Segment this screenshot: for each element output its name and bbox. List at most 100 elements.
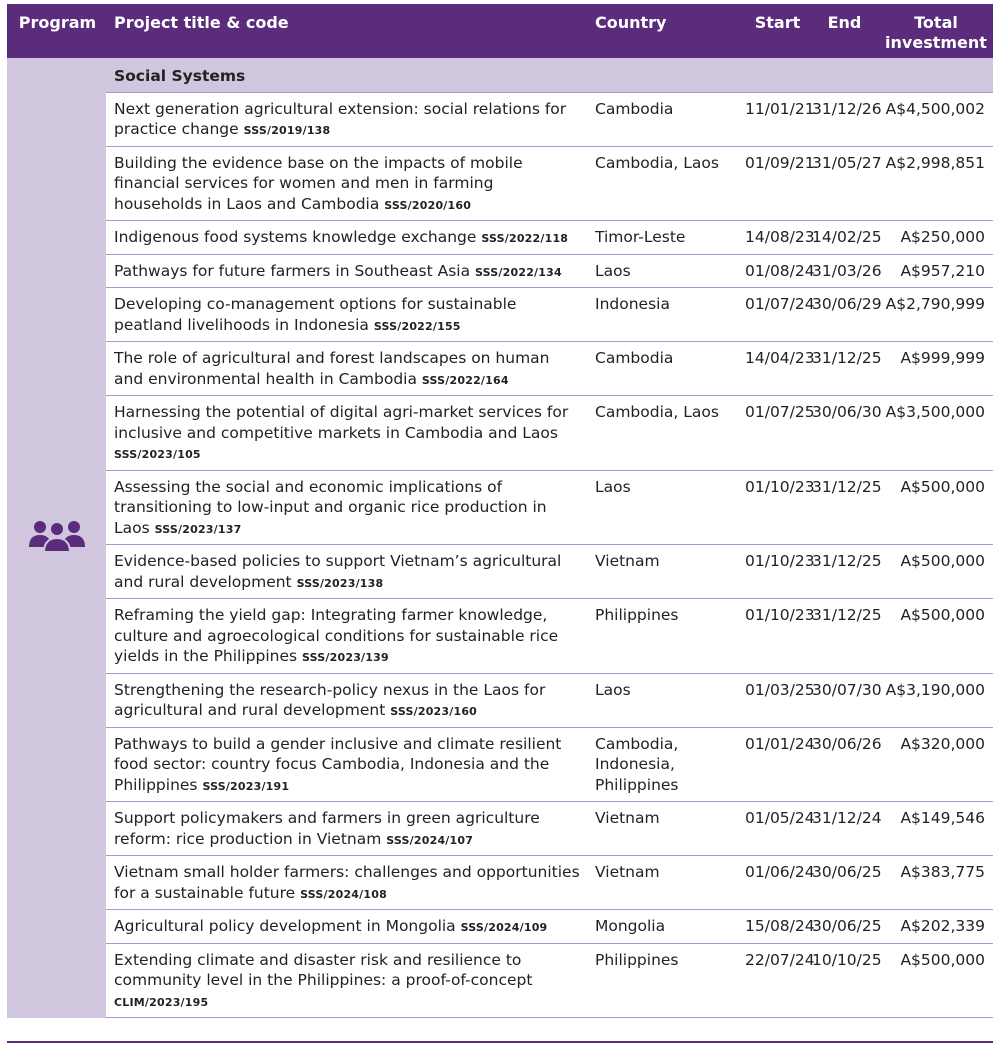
people-group-icon <box>27 517 87 559</box>
country-cell: Cambodia, Indonesia, Philippines <box>587 727 743 802</box>
country-cell: Cambodia, Laos <box>587 146 743 221</box>
project-code: SSS/2022/134 <box>475 265 562 279</box>
end-date-cell: 10/10/25 <box>810 943 882 1018</box>
start-date-cell: 01/08/24 <box>743 254 815 288</box>
country-cell: Philippines <box>587 943 743 1018</box>
project-code: SSS/2023/191 <box>202 779 290 793</box>
start-date-cell: 01/10/23 <box>743 544 815 599</box>
start-date-cell: 01/09/21 <box>743 146 815 221</box>
project-code: SSS/2023/105 <box>114 448 201 461</box>
end-date-cell: 31/03/26 <box>810 254 882 288</box>
investment-cell: A$3,500,000 <box>877 395 993 471</box>
end-date-cell: 31/12/25 <box>810 470 882 545</box>
start-date-cell: 01/10/23 <box>743 598 815 674</box>
table-row: Building the evidence base on the impact… <box>7 146 993 221</box>
end-date-cell: 31/05/27 <box>810 146 882 221</box>
project-code: SSS/2022/118 <box>481 232 569 245</box>
program-cell <box>7 58 106 1018</box>
table-header-row: Program Project title & code Country Sta… <box>7 4 993 58</box>
country-cell: Cambodia <box>587 341 743 396</box>
table-row: Indigenous food systems knowledge exchan… <box>7 220 993 255</box>
project-title: Agricultural policy development in Mongo… <box>114 917 456 935</box>
project-title: Pathways to build a gender inclusive and… <box>114 734 562 794</box>
table-row: Developing co-management options for sus… <box>7 287 993 342</box>
country-cell: Cambodia <box>587 92 743 147</box>
start-date-cell: 01/03/25 <box>743 673 815 728</box>
start-date-cell: 01/01/24 <box>743 727 815 802</box>
project-title-cell: Reframing the yield gap: Integrating far… <box>106 598 587 674</box>
project-table-page: Program Project title & code Country Sta… <box>0 0 1000 1049</box>
project-title: Harnessing the potential of digital agri… <box>114 403 569 442</box>
start-date-cell: 01/06/24 <box>743 855 815 910</box>
investment-cell: A$500,000 <box>877 943 993 1018</box>
table-row: Assessing the social and economic implic… <box>7 470 993 545</box>
country-cell: Mongolia <box>587 909 743 944</box>
investment-cell: A$202,339 <box>877 909 993 944</box>
section-title: Social Systems <box>106 58 993 93</box>
project-title-cell: Harnessing the potential of digital agri… <box>106 395 587 471</box>
start-date-cell: 01/07/24 <box>743 287 815 342</box>
end-date-cell: 30/06/25 <box>810 855 882 910</box>
investment-cell: A$2,998,851 <box>877 146 993 221</box>
investment-cell: A$500,000 <box>877 598 993 674</box>
projects-table: Program Project title & code Country Sta… <box>7 4 993 1018</box>
start-date-cell: 01/07/25 <box>743 395 815 471</box>
project-title-cell: Pathways to build a gender inclusive and… <box>106 727 587 802</box>
start-date-cell: 14/04/23 <box>743 341 815 396</box>
project-title-cell: Evidence-based policies to support Vietn… <box>106 544 587 599</box>
investment-cell: A$2,790,999 <box>877 287 993 342</box>
project-code: SSS/2020/160 <box>384 198 472 212</box>
project-title-cell: Extending climate and disaster risk and … <box>106 943 587 1018</box>
project-title-cell: Developing co-management options for sus… <box>106 287 587 342</box>
investment-cell: A$383,775 <box>877 855 993 910</box>
header-project: Project title & code <box>106 4 587 58</box>
country-cell: Indonesia <box>587 287 743 342</box>
project-title-cell: The role of agricultural and forest land… <box>106 341 587 396</box>
project-title-cell: Assessing the social and economic implic… <box>106 470 587 545</box>
project-title-cell: Vietnam small holder farmers: challenges… <box>106 855 587 910</box>
table-row: Strengthening the research-policy nexus … <box>7 673 993 728</box>
project-code: SSS/2023/139 <box>302 651 389 664</box>
project-code: SSS/2022/155 <box>373 319 461 333</box>
table-row: Harnessing the potential of digital agri… <box>7 395 993 471</box>
end-date-cell: 30/07/30 <box>810 673 882 728</box>
table-row: Pathways to build a gender inclusive and… <box>7 727 993 802</box>
end-date-cell: 30/06/30 <box>810 395 882 471</box>
start-date-cell: 22/07/24 <box>743 943 815 1018</box>
start-date-cell: 01/10/23 <box>743 470 815 545</box>
start-date-cell: 14/08/23 <box>743 220 815 255</box>
table-row: Reframing the yield gap: Integrating far… <box>7 598 993 674</box>
table-row: Vietnam small holder farmers: challenges… <box>7 855 993 910</box>
project-title-cell: Agricultural policy development in Mongo… <box>106 909 587 944</box>
investment-cell: A$3,190,000 <box>877 673 993 728</box>
end-date-cell: 30/06/25 <box>810 909 882 944</box>
project-title: Support policymakers and farmers in gree… <box>114 809 540 848</box>
table-row: Evidence-based policies to support Vietn… <box>7 544 993 599</box>
header-program: Program <box>7 4 106 58</box>
people-group-svg <box>28 521 85 553</box>
table-row: Pathways for future farmers in Southeast… <box>7 254 993 288</box>
investment-cell: A$320,000 <box>877 727 993 802</box>
project-code: SSS/2024/109 <box>460 921 548 934</box>
start-date-cell: 01/05/24 <box>743 801 815 856</box>
country-cell: Laos <box>587 673 743 728</box>
end-date-cell: 30/06/26 <box>810 727 882 802</box>
country-cell: Laos <box>587 470 743 545</box>
header-country: Country <box>587 4 743 58</box>
country-cell: Philippines <box>587 598 743 674</box>
investment-cell: A$999,999 <box>877 341 993 396</box>
project-code: CLIM/2023/195 <box>114 995 209 1009</box>
section-row: Social Systems <box>7 58 993 1018</box>
header-investment: Total investment <box>877 4 993 58</box>
end-date-cell: 31/12/24 <box>810 801 882 856</box>
investment-cell: A$500,000 <box>877 544 993 599</box>
end-date-cell: 14/02/25 <box>810 220 882 255</box>
project-code: SSS/2019/138 <box>243 124 331 137</box>
project-title-cell: Strengthening the research-policy nexus … <box>106 673 587 728</box>
investment-cell: A$250,000 <box>877 220 993 255</box>
end-date-cell: 31/12/26 <box>810 92 882 147</box>
table-row: The role of agricultural and forest land… <box>7 341 993 396</box>
investment-cell: A$4,500,002 <box>877 92 993 147</box>
project-title-cell: Pathways for future farmers in Southeast… <box>106 254 587 288</box>
country-cell: Laos <box>587 254 743 288</box>
